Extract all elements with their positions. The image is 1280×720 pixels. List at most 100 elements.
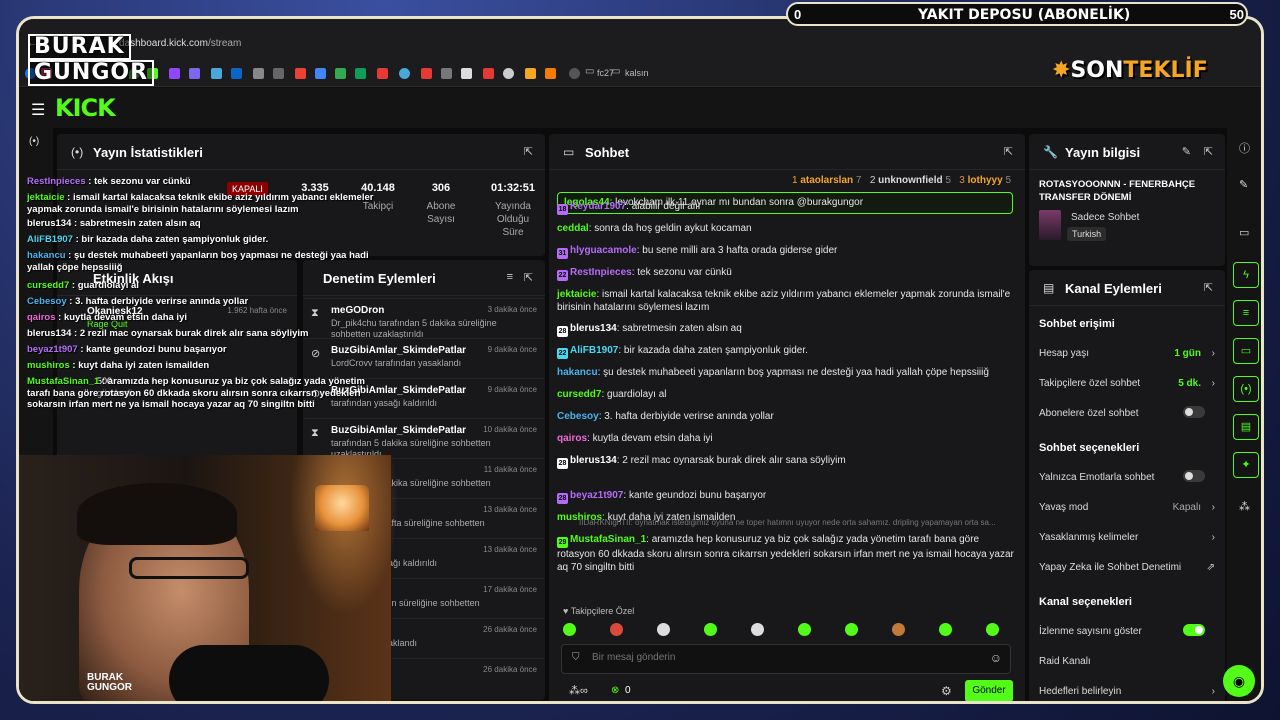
list-button[interactable]: ≡ bbox=[1233, 300, 1259, 326]
gifter-name[interactable]: lothyyy bbox=[968, 175, 1003, 186]
gifter-name[interactable]: unknownfield bbox=[878, 175, 942, 186]
setting-banned-words[interactable]: Yasaklanmış kelimeler › bbox=[1039, 532, 1215, 554]
chat-message[interactable]: Cebesoy: 3. hafta derbiyide verirse anın… bbox=[557, 410, 1017, 423]
chat-username[interactable]: RestInpieces bbox=[570, 267, 632, 278]
setting-subs-only[interactable]: Abonelere özel sohbet bbox=[1039, 406, 1215, 430]
bookmark-icon[interactable] bbox=[273, 68, 284, 79]
chat-button[interactable]: ▭ bbox=[1233, 338, 1259, 364]
emote-icon[interactable] bbox=[892, 623, 905, 636]
chat-username[interactable]: Cebesoy bbox=[557, 411, 599, 422]
twitch-icon[interactable] bbox=[169, 68, 180, 79]
popout-icon[interactable]: ⇱ bbox=[524, 271, 533, 284]
chat-input-box[interactable]: ⛉ ☺ bbox=[561, 644, 1011, 674]
menu-icon[interactable]: ☰ bbox=[31, 100, 45, 120]
chat-username[interactable]: MustafaSinan_1 bbox=[570, 534, 646, 545]
chat-username[interactable]: ceddal bbox=[557, 223, 589, 234]
gifter-name[interactable]: ataolarslan bbox=[800, 175, 853, 186]
bookmark-folder-kalsin[interactable]: kalsın bbox=[625, 68, 649, 78]
chat-message[interactable]: ceddal: sonra da hoş geldin aykut kocama… bbox=[557, 222, 1017, 235]
subs-only-toggle[interactable] bbox=[1183, 406, 1205, 418]
setting-ai-moderation[interactable]: Yapay Zeka ile Sohbet Denetimi ⇗ bbox=[1039, 562, 1215, 584]
discord-icon[interactable] bbox=[189, 68, 200, 79]
show-viewers-toggle[interactable] bbox=[1183, 624, 1205, 636]
chat-message[interactable]: 22 AliFB1907: bir kazada daha zaten şampi… bbox=[557, 344, 1017, 359]
live-icon[interactable]: (•) bbox=[29, 136, 39, 147]
bookmark-icon[interactable] bbox=[483, 68, 494, 79]
bookmark-icon[interactable] bbox=[545, 68, 556, 79]
setting-followers-only[interactable]: Takipçilere özel sohbet 5 dk. › bbox=[1039, 378, 1215, 400]
popout-icon[interactable]: ⇱ bbox=[1004, 145, 1013, 158]
emote-icon[interactable] bbox=[845, 623, 858, 636]
chat-message[interactable]: qairos: kuytla devam etsin daha iyi bbox=[557, 432, 1017, 445]
chat-username[interactable]: AliFB1907 bbox=[570, 345, 618, 356]
emote-icon[interactable] bbox=[563, 623, 576, 636]
bookmark-icon[interactable] bbox=[569, 68, 580, 79]
chat-message[interactable]: jektaicie: ismail kartal kalacaksa tekni… bbox=[557, 288, 1017, 314]
linkedin-icon[interactable] bbox=[231, 68, 242, 79]
chat-username[interactable]: hakancu bbox=[557, 367, 598, 378]
chat-message[interactable]: 28 blerus134: sabretmesin zaten alsın aq bbox=[557, 322, 1017, 337]
settings-icon[interactable]: ⚙ bbox=[941, 684, 952, 698]
chat-message[interactable]: 31 hlyguacamole: bu sene milli ara 3 haft… bbox=[557, 244, 1017, 259]
popout-icon[interactable]: ⇱ bbox=[1204, 281, 1213, 294]
setting-slow-mode[interactable]: Yavaş mod Kapalı › bbox=[1039, 502, 1215, 524]
gmail-icon[interactable] bbox=[295, 68, 306, 79]
drive-icon[interactable] bbox=[335, 68, 346, 79]
support-button[interactable]: ◉ bbox=[1223, 665, 1255, 697]
channel-button[interactable]: ▤ bbox=[1233, 414, 1259, 440]
emote-icon[interactable] bbox=[657, 623, 670, 636]
lightning-button[interactable]: ϟ bbox=[1233, 262, 1259, 288]
chat-message[interactable]: cursedd7: guardiolayı al bbox=[557, 388, 1017, 401]
filter-icon[interactable]: ≡ bbox=[507, 271, 513, 283]
docs-icon[interactable] bbox=[315, 68, 326, 79]
bookmark-icon[interactable] bbox=[211, 68, 222, 79]
chat-username[interactable]: qairos bbox=[557, 433, 587, 444]
bookmark-icon[interactable] bbox=[441, 68, 452, 79]
setting-raid[interactable]: Raid Kanalı bbox=[1039, 656, 1215, 678]
community-icon[interactable]: ⁂ bbox=[1239, 500, 1250, 513]
broadcast-button[interactable]: (•) bbox=[1233, 376, 1259, 402]
send-button[interactable]: Gönder bbox=[965, 680, 1013, 701]
popout-icon[interactable]: ⇱ bbox=[1204, 145, 1213, 158]
emote-icon[interactable] bbox=[939, 623, 952, 636]
chat-username[interactable]: hlyguacamole bbox=[570, 245, 637, 256]
bookmark-icon[interactable] bbox=[503, 68, 514, 79]
emote-icon[interactable] bbox=[751, 623, 764, 636]
sheets-icon[interactable] bbox=[355, 68, 366, 79]
amazon-icon[interactable] bbox=[461, 68, 472, 79]
emote-icon[interactable] bbox=[610, 623, 623, 636]
chat-username[interactable]: jektaicie bbox=[557, 289, 596, 300]
emoji-icon[interactable]: ☺ bbox=[990, 651, 1002, 665]
bookmark-icon[interactable] bbox=[399, 68, 410, 79]
kick-logo[interactable]: KICK bbox=[55, 94, 116, 122]
chat-username[interactable]: beyaz1t907 bbox=[570, 490, 623, 501]
bookmark-icon[interactable] bbox=[253, 68, 264, 79]
category-thumbnail[interactable] bbox=[1039, 210, 1061, 240]
chat-message[interactable]: 29 MustafaSinan_1: aramızda hep konusuruz… bbox=[557, 533, 1017, 574]
chat-input[interactable] bbox=[592, 652, 972, 663]
emotes-only-toggle[interactable] bbox=[1183, 470, 1205, 482]
chat-message[interactable]: 22 RestInpieces: tek sezonu var cünkü bbox=[557, 266, 1017, 281]
chat-username[interactable]: blerus134 bbox=[570, 455, 617, 466]
setting-emotes-only[interactable]: Yalnızca Emotlarla sohbet bbox=[1039, 470, 1215, 494]
chat-username[interactable]: cursedd7 bbox=[557, 389, 601, 400]
emote-icon[interactable] bbox=[798, 623, 811, 636]
bookmark-icon[interactable] bbox=[525, 68, 536, 79]
emote-icon[interactable] bbox=[986, 623, 999, 636]
chat-username[interactable]: blerus134 bbox=[570, 323, 617, 334]
chat-message[interactable]: 28 beyaz1t907: kante geundozi bunu başarı… bbox=[557, 489, 1017, 504]
chat-message[interactable]: 28 blerus134: 2 rezil mac oynarsak burak … bbox=[557, 454, 1017, 469]
chat-message[interactable]: 18 Keydar1907: alabilir değil alır bbox=[557, 200, 1017, 215]
setting-show-viewers[interactable]: İzlenme sayısını göster bbox=[1039, 624, 1215, 648]
emote-icon[interactable] bbox=[704, 623, 717, 636]
edit-icon[interactable]: ✎ bbox=[1182, 145, 1191, 158]
wrench-button[interactable]: ✦ bbox=[1233, 452, 1259, 478]
screen-icon[interactable]: ▭ bbox=[1239, 226, 1249, 239]
chat-message[interactable]: hakancu: şu destek muhabeeti yapanların … bbox=[557, 366, 1017, 379]
category-name[interactable]: Sadece Sohbet bbox=[1071, 212, 1139, 223]
bookmark-icon[interactable] bbox=[377, 68, 388, 79]
chat-username[interactable]: Keydar1907 bbox=[570, 201, 626, 212]
bookmark-icon[interactable] bbox=[421, 68, 432, 79]
popout-icon[interactable]: ⇱ bbox=[524, 145, 533, 158]
community-icon[interactable]: ⁂∞ bbox=[569, 684, 588, 697]
